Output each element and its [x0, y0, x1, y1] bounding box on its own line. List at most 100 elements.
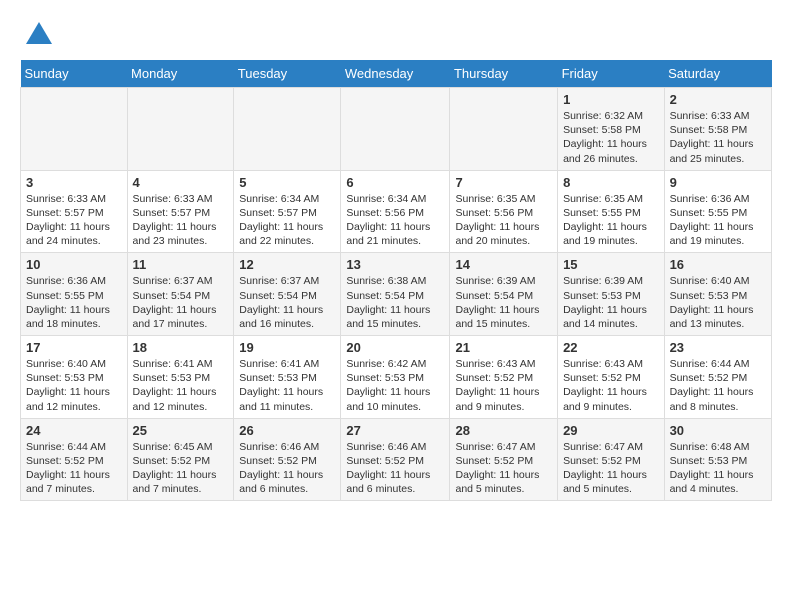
- day-info: Sunrise: 6:41 AMSunset: 5:53 PMDaylight:…: [133, 357, 229, 414]
- calendar-cell: [341, 88, 450, 171]
- day-number: 14: [455, 257, 552, 272]
- day-info: Sunrise: 6:33 AMSunset: 5:57 PMDaylight:…: [133, 192, 229, 249]
- day-number: 15: [563, 257, 659, 272]
- day-number: 6: [346, 175, 444, 190]
- calendar-cell: 9Sunrise: 6:36 AMSunset: 5:55 PMDaylight…: [664, 170, 771, 253]
- calendar-cell: 3 Sunrise: 6:33 AMSunset: 5:57 PMDaylight…: [21, 170, 128, 253]
- calendar-table: SundayMondayTuesdayWednesdayThursdayFrid…: [20, 60, 772, 501]
- day-number: 16: [670, 257, 766, 272]
- calendar-cell: 21 Sunrise: 6:43 AMSunset: 5:52 PMDayligh…: [450, 336, 558, 419]
- calendar-cell: 24 Sunrise: 6:44 AMSunset: 5:52 PMDayligh…: [21, 418, 128, 501]
- day-number: 29: [563, 423, 659, 438]
- calendar-cell: 11 Sunrise: 6:37 AMSunset: 5:54 PMDayligh…: [127, 253, 234, 336]
- day-info: Sunrise: 6:46 AMSunset: 5:52 PMDaylight:…: [346, 440, 444, 497]
- day-info: Sunrise: 6:37 AMSunset: 5:54 PMDaylight:…: [133, 274, 229, 331]
- column-header-saturday: Saturday: [664, 60, 771, 88]
- calendar-cell: 26 Sunrise: 6:46 AMSunset: 5:52 PMDayligh…: [234, 418, 341, 501]
- calendar-cell: 13 Sunrise: 6:38 AMSunset: 5:54 PMDayligh…: [341, 253, 450, 336]
- calendar-cell: 4 Sunrise: 6:33 AMSunset: 5:57 PMDaylight…: [127, 170, 234, 253]
- calendar-cell: 30Sunrise: 6:48 AMSunset: 5:53 PMDayligh…: [664, 418, 771, 501]
- day-info: Sunrise: 6:38 AMSunset: 5:54 PMDaylight:…: [346, 274, 444, 331]
- day-info: Sunrise: 6:35 AMSunset: 5:56 PMDaylight:…: [455, 192, 552, 249]
- day-info: Sunrise: 6:44 AMSunset: 5:52 PMDaylight:…: [670, 357, 766, 414]
- day-number: 8: [563, 175, 659, 190]
- day-info: Sunrise: 6:41 AMSunset: 5:53 PMDaylight:…: [239, 357, 335, 414]
- day-info: Sunrise: 6:33 AMSunset: 5:57 PMDaylight:…: [26, 192, 122, 249]
- day-number: 21: [455, 340, 552, 355]
- day-info: Sunrise: 6:39 AMSunset: 5:54 PMDaylight:…: [455, 274, 552, 331]
- calendar-cell: [127, 88, 234, 171]
- day-info: Sunrise: 6:40 AMSunset: 5:53 PMDaylight:…: [26, 357, 122, 414]
- calendar-cell: 1 Sunrise: 6:32 AMSunset: 5:58 PMDaylight…: [558, 88, 665, 171]
- day-number: 11: [133, 257, 229, 272]
- calendar-cell: 2 Sunrise: 6:33 AMSunset: 5:58 PMDaylight…: [664, 88, 771, 171]
- calendar-cell: 17 Sunrise: 6:40 AMSunset: 5:53 PMDayligh…: [21, 336, 128, 419]
- day-info: Sunrise: 6:45 AMSunset: 5:52 PMDaylight:…: [133, 440, 229, 497]
- column-header-friday: Friday: [558, 60, 665, 88]
- calendar-cell: 25 Sunrise: 6:45 AMSunset: 5:52 PMDayligh…: [127, 418, 234, 501]
- calendar-week-row: 24 Sunrise: 6:44 AMSunset: 5:52 PMDayligh…: [21, 418, 772, 501]
- column-header-tuesday: Tuesday: [234, 60, 341, 88]
- calendar-cell: [234, 88, 341, 171]
- calendar-cell: [450, 88, 558, 171]
- day-number: 25: [133, 423, 229, 438]
- day-number: 2: [670, 92, 766, 107]
- day-info: Sunrise: 6:33 AMSunset: 5:58 PMDaylight:…: [670, 109, 766, 166]
- calendar-cell: 10 Sunrise: 6:36 AMSunset: 5:55 PMDayligh…: [21, 253, 128, 336]
- column-header-thursday: Thursday: [450, 60, 558, 88]
- day-info: Sunrise: 6:32 AMSunset: 5:58 PMDaylight:…: [563, 109, 659, 166]
- day-number: 3: [26, 175, 122, 190]
- day-number: 1: [563, 92, 659, 107]
- day-number: 17: [26, 340, 122, 355]
- logo: [20, 20, 54, 50]
- day-info: Sunrise: 6:40 AMSunset: 5:53 PMDaylight:…: [670, 274, 766, 331]
- day-number: 7: [455, 175, 552, 190]
- day-info: Sunrise: 6:43 AMSunset: 5:52 PMDaylight:…: [563, 357, 659, 414]
- calendar-cell: 14 Sunrise: 6:39 AMSunset: 5:54 PMDayligh…: [450, 253, 558, 336]
- column-header-wednesday: Wednesday: [341, 60, 450, 88]
- day-number: 23: [670, 340, 766, 355]
- day-info: Sunrise: 6:34 AMSunset: 5:57 PMDaylight:…: [239, 192, 335, 249]
- day-number: 27: [346, 423, 444, 438]
- calendar-cell: 27 Sunrise: 6:46 AMSunset: 5:52 PMDayligh…: [341, 418, 450, 501]
- day-info: Sunrise: 6:46 AMSunset: 5:52 PMDaylight:…: [239, 440, 335, 497]
- day-number: 13: [346, 257, 444, 272]
- day-number: 5: [239, 175, 335, 190]
- day-info: Sunrise: 6:43 AMSunset: 5:52 PMDaylight:…: [455, 357, 552, 414]
- day-info: Sunrise: 6:48 AMSunset: 5:53 PMDaylight:…: [670, 440, 766, 497]
- calendar-week-row: 1 Sunrise: 6:32 AMSunset: 5:58 PMDaylight…: [21, 88, 772, 171]
- day-number: 26: [239, 423, 335, 438]
- calendar-cell: 22Sunrise: 6:43 AMSunset: 5:52 PMDayligh…: [558, 336, 665, 419]
- day-number: 12: [239, 257, 335, 272]
- day-number: 28: [455, 423, 552, 438]
- calendar-week-row: 17 Sunrise: 6:40 AMSunset: 5:53 PMDayligh…: [21, 336, 772, 419]
- calendar-cell: 15 Sunrise: 6:39 AMSunset: 5:53 PMDayligh…: [558, 253, 665, 336]
- column-header-monday: Monday: [127, 60, 234, 88]
- calendar-cell: 16 Sunrise: 6:40 AMSunset: 5:53 PMDayligh…: [664, 253, 771, 336]
- day-info: Sunrise: 6:39 AMSunset: 5:53 PMDaylight:…: [563, 274, 659, 331]
- calendar-cell: [21, 88, 128, 171]
- calendar-cell: 12Sunrise: 6:37 AMSunset: 5:54 PMDayligh…: [234, 253, 341, 336]
- day-info: Sunrise: 6:36 AMSunset: 5:55 PMDaylight:…: [26, 274, 122, 331]
- day-info: Sunrise: 6:44 AMSunset: 5:52 PMDaylight:…: [26, 440, 122, 497]
- calendar-week-row: 3 Sunrise: 6:33 AMSunset: 5:57 PMDaylight…: [21, 170, 772, 253]
- calendar-cell: 23 Sunrise: 6:44 AMSunset: 5:52 PMDayligh…: [664, 336, 771, 419]
- column-header-sunday: Sunday: [21, 60, 128, 88]
- day-number: 19: [239, 340, 335, 355]
- logo-icon: [24, 20, 54, 50]
- day-info: Sunrise: 6:35 AMSunset: 5:55 PMDaylight:…: [563, 192, 659, 249]
- day-info: Sunrise: 6:47 AMSunset: 5:52 PMDaylight:…: [563, 440, 659, 497]
- day-number: 10: [26, 257, 122, 272]
- day-number: 24: [26, 423, 122, 438]
- page-header: [20, 20, 772, 50]
- calendar-cell: 28Sunrise: 6:47 AMSunset: 5:52 PMDayligh…: [450, 418, 558, 501]
- calendar-cell: 20Sunrise: 6:42 AMSunset: 5:53 PMDayligh…: [341, 336, 450, 419]
- calendar-header-row: SundayMondayTuesdayWednesdayThursdayFrid…: [21, 60, 772, 88]
- day-number: 4: [133, 175, 229, 190]
- day-number: 20: [346, 340, 444, 355]
- calendar-cell: 29 Sunrise: 6:47 AMSunset: 5:52 PMDayligh…: [558, 418, 665, 501]
- calendar-cell: 19 Sunrise: 6:41 AMSunset: 5:53 PMDayligh…: [234, 336, 341, 419]
- day-number: 18: [133, 340, 229, 355]
- calendar-week-row: 10 Sunrise: 6:36 AMSunset: 5:55 PMDayligh…: [21, 253, 772, 336]
- day-info: Sunrise: 6:36 AMSunset: 5:55 PMDaylight:…: [670, 192, 766, 249]
